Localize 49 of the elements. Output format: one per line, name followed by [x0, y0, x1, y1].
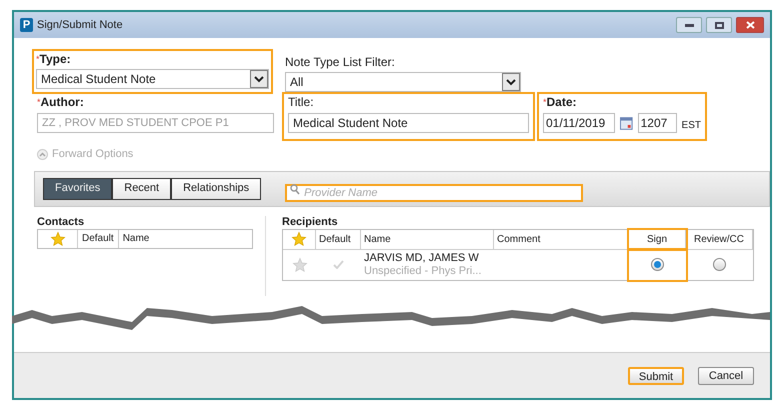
- section-title: Contacts: [37, 216, 86, 228]
- field-label: Note Type List Filter:: [285, 54, 395, 70]
- star-icon: [292, 256, 308, 272]
- close-button[interactable]: [736, 17, 764, 33]
- caret-icon: [506, 78, 516, 86]
- window-title: Sign/Submit Note: [37, 18, 124, 33]
- dialog-button[interactable]: Cancel: [698, 366, 754, 384]
- column-header: Default: [78, 230, 119, 248]
- radio-button[interactable]: [713, 258, 726, 271]
- calendar-icon[interactable]: [620, 116, 633, 130]
- star-icon: [50, 230, 66, 246]
- column-header: Default: [316, 230, 361, 248]
- recipient-detail: Unspecified - Phys Pri...: [364, 264, 482, 278]
- search-icon: [290, 184, 300, 194]
- column-header: Sign: [629, 230, 686, 248]
- dropdown-button[interactable]: [502, 73, 520, 91]
- minimize-button[interactable]: [676, 17, 702, 33]
- star-icon: [291, 231, 307, 247]
- required-mark: *: [37, 96, 41, 109]
- column-header: Name: [361, 230, 494, 248]
- required-mark: *: [543, 96, 547, 109]
- column-header: Name: [122, 232, 150, 246]
- radio-button[interactable]: [651, 258, 664, 271]
- dropdown-button[interactable]: [250, 70, 268, 88]
- column-header: Comment: [494, 230, 629, 248]
- timezone-label: EST: [682, 118, 701, 132]
- field-label: Type:: [40, 51, 71, 67]
- date-field[interactable]: 01/11/2019: [543, 113, 615, 133]
- recipient-name: JARVIS MD, JAMES W: [364, 252, 480, 264]
- close-icon: [746, 21, 754, 29]
- field-label: Title:: [288, 94, 314, 110]
- title-field[interactable]: Medical Student Note: [288, 113, 529, 133]
- filter-dropdown[interactable]: All: [285, 72, 521, 92]
- caret-icon: [254, 76, 264, 82]
- required-mark: *: [36, 53, 40, 64]
- maximize-button[interactable]: [706, 17, 732, 33]
- provider-search-field[interactable]: Provider Name: [285, 184, 584, 202]
- tab[interactable]: Recent: [112, 178, 172, 200]
- field-label: Date:: [546, 94, 577, 110]
- type-dropdown[interactable]: Medical Student Note: [36, 69, 269, 89]
- time-field[interactable]: 1207: [638, 113, 677, 133]
- column-header: Review/CC: [686, 230, 753, 248]
- tab[interactable]: Favorites: [43, 178, 112, 200]
- field-label: Author:: [40, 94, 84, 110]
- section-title: Recipients: [282, 216, 339, 228]
- dialog-button[interactable]: Submit: [628, 366, 684, 384]
- app-logo: P: [20, 18, 33, 32]
- tab[interactable]: Relationships: [171, 178, 262, 200]
- chevron-up-icon: [37, 148, 48, 160]
